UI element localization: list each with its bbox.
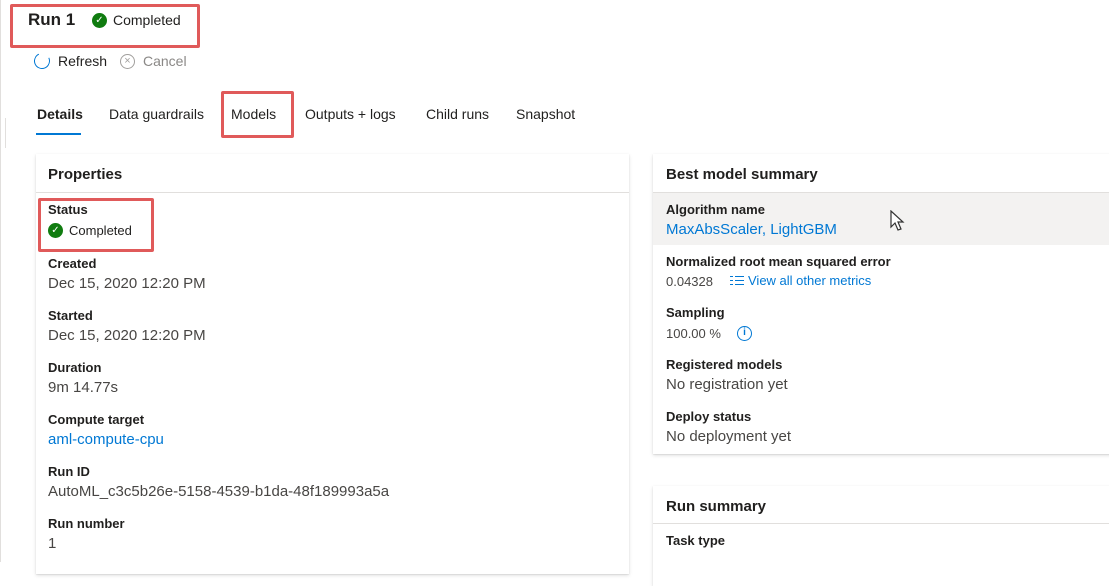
run-summary-title: Run summary xyxy=(666,498,767,515)
run-number-value: 1 xyxy=(48,535,57,552)
annotation-box-header xyxy=(10,4,200,48)
list-icon xyxy=(730,275,744,286)
run-summary-divider xyxy=(653,523,1109,524)
created-label: Created xyxy=(48,256,97,271)
view-metrics-label: View all other metrics xyxy=(748,273,872,288)
started-label: Started xyxy=(48,308,93,323)
tab-child-runs[interactable]: Child runs xyxy=(426,106,489,122)
cancel-button[interactable]: × Cancel xyxy=(120,53,187,69)
refresh-icon xyxy=(31,50,53,72)
metric-label: Normalized root mean squared error xyxy=(666,254,891,269)
run-summary-card: Run summary Task type xyxy=(653,486,1109,586)
annotation-box-models-tab xyxy=(221,91,294,138)
refresh-label: Refresh xyxy=(58,53,108,69)
cancel-label: Cancel xyxy=(143,53,187,69)
deploy-status-value: No deployment yet xyxy=(666,428,792,445)
sampling-label: Sampling xyxy=(666,305,725,320)
duration-value: 9m 14.77s xyxy=(48,379,119,396)
compute-target-label: Compute target xyxy=(48,412,145,427)
algorithm-link[interactable]: MaxAbsScaler, LightGBM xyxy=(666,221,837,238)
tab-details[interactable]: Details xyxy=(37,106,83,122)
refresh-button[interactable]: Refresh xyxy=(31,50,108,72)
duration-label: Duration xyxy=(48,360,102,375)
created-value: Dec 15, 2020 12:20 PM xyxy=(48,275,206,292)
properties-divider xyxy=(36,192,629,193)
registered-models-label: Registered models xyxy=(666,357,783,372)
mouse-pointer-icon xyxy=(890,210,905,231)
left-edge-divider xyxy=(0,0,1,562)
run-number-label: Run number xyxy=(48,516,125,531)
run-id-value: AutoML_c3c5b26e-5158-4539-b1da-48f189993… xyxy=(48,483,390,500)
deploy-status-label: Deploy status xyxy=(666,409,752,424)
info-icon[interactable]: i xyxy=(737,326,752,341)
run-id-label: Run ID xyxy=(48,464,90,479)
tab-snapshot[interactable]: Snapshot xyxy=(516,106,575,122)
registered-models-value: No registration yet xyxy=(666,376,788,393)
annotation-box-status xyxy=(38,198,154,252)
properties-title: Properties xyxy=(48,166,123,183)
best-model-summary-card: Best model summary Algorithm name MaxAbs… xyxy=(653,154,1109,454)
started-value: Dec 15, 2020 12:20 PM xyxy=(48,327,206,344)
left-edge-tick xyxy=(0,118,6,148)
active-tab-indicator xyxy=(36,133,81,135)
sampling-value: 100.00 % xyxy=(666,326,721,341)
view-metrics-link[interactable]: View all other metrics xyxy=(730,273,871,288)
best-model-title: Best model summary xyxy=(666,166,818,183)
metric-value: 0.04328 xyxy=(666,274,713,289)
task-type-label: Task type xyxy=(666,533,726,548)
algorithm-label: Algorithm name xyxy=(666,202,765,217)
tab-data-guardrails[interactable]: Data guardrails xyxy=(109,106,204,122)
tab-outputs-logs[interactable]: Outputs + logs xyxy=(305,106,396,122)
close-icon: × xyxy=(120,53,135,69)
compute-target-link[interactable]: aml-compute-cpu xyxy=(48,431,164,448)
